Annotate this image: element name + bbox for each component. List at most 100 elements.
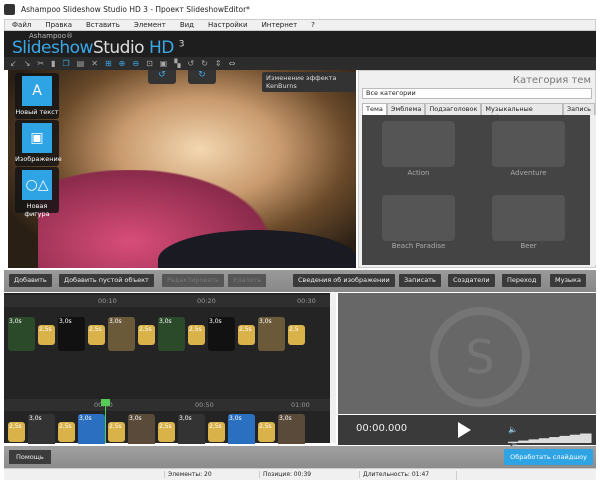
image-clip[interactable]: 3,0s — [278, 414, 305, 444]
transition-clip[interactable]: 2,5s — [258, 422, 275, 442]
menu-edit[interactable]: Правка — [45, 21, 72, 29]
image-clip[interactable]: 3,0s — [158, 317, 185, 351]
theme-thumb[interactable] — [382, 121, 455, 167]
image-clip[interactable]: 3,0s — [128, 414, 155, 444]
clip-row: 3,0s 2,5s 3,0s 2,5s 3,0s 2,5s 3,0s 2,5s 3,0s 2,5s… — [8, 317, 328, 353]
rotate-left-icon[interactable]: ↺ — [187, 59, 194, 68]
text-icon: A — [22, 76, 52, 106]
rotate-right-icon[interactable]: ↻ — [201, 59, 208, 68]
redo-icon[interactable]: ↘ — [24, 59, 31, 68]
app-icon — [4, 4, 15, 15]
zoom-in-icon[interactable]: ⊕ — [119, 59, 126, 68]
add-empty-button[interactable]: Добавить пустой объект — [59, 274, 154, 287]
transition-clip[interactable]: 2,5s — [58, 422, 75, 442]
zoom-out-icon[interactable]: ⊖ — [132, 59, 139, 68]
theme-thumb[interactable] — [382, 195, 455, 241]
music-button[interactable]: Музыка — [550, 274, 586, 287]
logo: SlideshowStudio HD 3 — [12, 38, 185, 58]
transition-clip[interactable]: 2,5s — [188, 325, 205, 345]
record-button[interactable]: Записать — [399, 274, 441, 287]
image-clip[interactable]: 3,0s — [58, 317, 85, 351]
menu-insert[interactable]: Вставить — [86, 21, 120, 29]
transition-clip[interactable]: 2,5s — [238, 325, 255, 345]
category-select[interactable]: Все категории — [362, 88, 592, 99]
themes-scrollbar[interactable] — [590, 115, 596, 265]
play-button[interactable] — [458, 422, 471, 438]
image-icon: ▣ — [22, 123, 52, 153]
image-button[interactable]: ▣ Изображение — [15, 120, 62, 166]
timeline[interactable]: 00:10 00:20 00:30 3,0s 2,5s 3,0s 2,5s 3,0s 2,5s… — [4, 293, 330, 444]
watermark-logo: S — [430, 307, 530, 407]
transition-clip[interactable]: 2,5s — [158, 422, 175, 442]
credits-button[interactable]: Создатели — [448, 274, 495, 287]
shapes-icon: ○△ — [22, 170, 52, 200]
image-clip[interactable]: 3,0s — [28, 414, 55, 444]
rotate-left-button[interactable]: ↺ — [148, 70, 176, 84]
image-clip[interactable]: 3,0s — [178, 414, 205, 444]
transition-clip[interactable]: 2,5s — [138, 325, 155, 345]
transition-clip[interactable]: 2,5s — [88, 325, 105, 345]
delete-button[interactable]: Удалить — [228, 274, 267, 287]
flip-v-icon[interactable]: ⇕ — [215, 59, 222, 68]
playhead-handle[interactable] — [101, 399, 110, 406]
help-button[interactable]: Помощь — [9, 450, 51, 464]
undo-icon[interactable]: ↙ — [10, 59, 17, 68]
theme-label: Action — [407, 169, 430, 177]
kenburns-button[interactable]: Изменение эффекта KenBurns — [262, 72, 356, 92]
app-header: Ashampoo® SlideshowStudio HD 3 — [4, 31, 596, 58]
transition-clip[interactable]: 2,5s — [208, 422, 225, 442]
timeline-scrollbar[interactable] — [330, 293, 336, 443]
menu-help[interactable]: ? — [311, 21, 315, 29]
image-clip[interactable]: 3,0s — [258, 317, 285, 351]
status-divider — [456, 471, 460, 480]
new-text-button[interactable]: A Новый текст — [15, 73, 59, 119]
action-bar: Добавить Добавить пустой объект Редактир… — [4, 270, 596, 292]
menu-view[interactable]: Вид — [180, 21, 194, 29]
transition-button[interactable]: Переход — [502, 274, 542, 287]
transition-clip[interactable]: 2,5s — [38, 325, 55, 345]
tool-label: Изображение — [15, 155, 62, 163]
theme-label: Beach Paradise — [391, 242, 446, 250]
image-clip[interactable]: 3,0s — [108, 317, 135, 351]
rotate-right-button[interactable]: ↻ — [188, 70, 216, 84]
send-back-icon[interactable]: ▚ — [174, 59, 180, 68]
logo-part: HD — [144, 38, 179, 58]
status-position: Позиция: 00:39 — [259, 471, 311, 478]
image-info-button[interactable]: Сведения об изображении — [293, 274, 395, 287]
menu-settings[interactable]: Настройки — [208, 21, 248, 29]
zoom-fit-icon[interactable]: ⊞ — [105, 59, 112, 68]
paste-icon[interactable]: ▤ — [77, 59, 85, 68]
image-clip[interactable]: 3,0s — [208, 317, 235, 351]
trash-icon[interactable]: ▮ — [51, 59, 55, 68]
clip-row: 2,5s 3,0s 2,5s 3,0s 2,5s 3,0s 2,5s 3,0s 2,5s 3,0s… — [8, 414, 328, 444]
image-clip[interactable]: 3,0s — [8, 317, 35, 351]
new-shape-button[interactable]: ○△ Новая фигура — [15, 167, 59, 218]
copy-icon[interactable]: ❐ — [63, 59, 70, 68]
image-clip[interactable]: 3,0s — [78, 414, 105, 444]
add-button[interactable]: Добавить — [9, 274, 52, 287]
flip-h-icon[interactable]: ⇔ — [229, 59, 236, 68]
crop-icon[interactable]: ⊡ — [146, 59, 153, 68]
image-preview[interactable]: ↺ ↻ Изменение эффекта KenBurns A Новый те… — [8, 70, 356, 268]
edit-button[interactable]: Редактировать — [162, 274, 224, 287]
transition-clip[interactable]: 2,5s — [8, 422, 25, 442]
menu-internet[interactable]: Интернет — [262, 21, 298, 29]
bring-front-icon[interactable]: ▣ — [160, 59, 168, 68]
timeline-ruler: 00:10 00:20 00:30 — [4, 295, 330, 307]
theme-thumb[interactable] — [492, 121, 565, 167]
toolbar: ↙ ↘ ✂ ▮ ❐ ▤ ✕ ⊞ ⊕ ⊖ ⊡ ▣ ▚ ↺ ↻ ⇕ ⇔ — [4, 57, 596, 70]
menu-element[interactable]: Элемент — [134, 21, 166, 29]
render-slideshow-button[interactable]: Обработать слайдшоу — [504, 449, 593, 465]
transition-clip[interactable]: 2,5s — [108, 422, 125, 442]
tick-label: 00:30 — [297, 297, 316, 305]
theme-label: Beer — [520, 242, 537, 250]
image-clip[interactable]: 3,0s — [228, 414, 255, 444]
panel-title: Категория тем — [512, 75, 591, 86]
menu-file[interactable]: Файл — [12, 21, 31, 29]
theme-thumb[interactable] — [492, 195, 565, 241]
volume-slider[interactable]: 🔈▁▁▂▂▃▃▄▄▅▅▆▆▇▇██🔊 — [508, 425, 591, 452]
delete-icon[interactable]: ✕ — [91, 59, 98, 68]
cut-icon[interactable]: ✂ — [37, 59, 44, 68]
transition-clip[interactable]: 2,5 — [288, 325, 305, 345]
tick-label: 00:20 — [197, 297, 216, 305]
